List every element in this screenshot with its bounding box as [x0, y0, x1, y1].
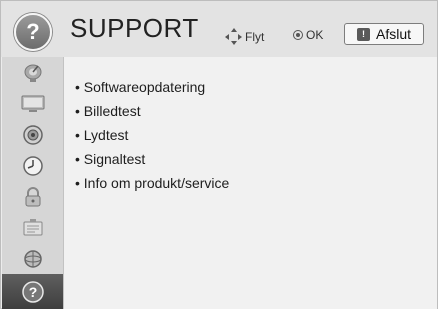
help-icon-glyph: ?: [28, 284, 37, 300]
sidebar-item-support[interactable]: ?: [2, 274, 63, 309]
sidebar-item-picture[interactable]: [2, 88, 63, 119]
dpad-icon: [225, 28, 242, 45]
support-window: ? SUPPORT Flyt OK ! Afslut ? • Softwareo…: [0, 0, 438, 309]
sidebar-item-time[interactable]: [2, 150, 63, 181]
network-icon: [23, 249, 42, 268]
exit-button-label: Afslut: [376, 26, 412, 42]
exit-key-icon: !: [357, 27, 370, 41]
monitor-icon: [21, 95, 44, 112]
help-icon: ?: [21, 280, 44, 303]
page-title: SUPPORT: [70, 13, 199, 43]
speaker-icon: [22, 124, 43, 145]
menu-item-product-info[interactable]: • Info om produkt/service: [75, 175, 229, 191]
lock-icon: [25, 186, 40, 206]
sidebar-item-lock[interactable]: [2, 181, 63, 212]
help-icon: ?: [14, 13, 52, 51]
sidebar-item-network[interactable]: [2, 243, 63, 274]
category-sidebar: ?: [2, 57, 64, 309]
move-hint: Flyt: [225, 28, 264, 45]
sidebar-item-channels[interactable]: [2, 57, 63, 88]
move-hint-label: Flyt: [245, 29, 265, 44]
sidebar-item-options[interactable]: [2, 212, 63, 243]
exit-button[interactable]: ! Afslut: [344, 23, 424, 45]
sidebar-item-audio[interactable]: [2, 119, 63, 150]
menu-item-sound-test[interactable]: • Lydtest: [75, 127, 128, 143]
ok-hint-label: OK: [306, 28, 324, 42]
menu-item-picture-test[interactable]: • Billedtest: [75, 103, 141, 119]
ok-button-icon: [293, 30, 303, 40]
support-menu: • Softwareopdatering • Billedtest • Lydt…: [64, 57, 437, 309]
satellite-dish-icon: [24, 64, 41, 82]
menu-item-signal-test[interactable]: • Signaltest: [75, 151, 145, 167]
clock-icon: [22, 155, 43, 176]
menu-item-software-update[interactable]: • Softwareopdatering: [75, 79, 205, 95]
ok-hint: OK: [293, 28, 323, 42]
options-icon: [23, 218, 42, 235]
header-bar: ? SUPPORT Flyt OK ! Afslut: [1, 1, 437, 57]
